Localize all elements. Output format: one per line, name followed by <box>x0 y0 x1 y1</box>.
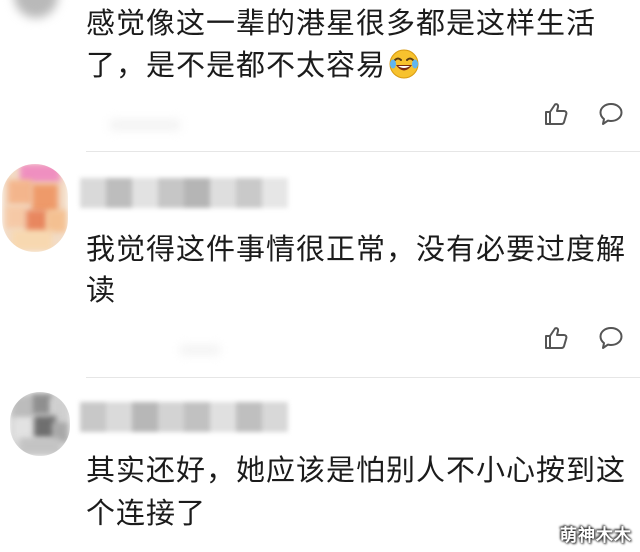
speech-bubble-icon[interactable] <box>598 101 624 127</box>
comment-list-screenshot: 感觉像这一辈的港星很多都是这样生活 了，是不是都不太容易 我觉得这件事情很正常，… <box>0 0 640 552</box>
comment-text-line: 读 <box>86 273 117 307</box>
divider <box>86 377 640 378</box>
thumbs-up-icon[interactable] <box>543 325 569 351</box>
blurred-artifact <box>110 120 180 130</box>
avatar[interactable] <box>2 164 68 252</box>
speech-bubble-icon[interactable] <box>598 325 624 351</box>
watermark: 萌神木木 <box>560 526 632 546</box>
avatar-partial[interactable] <box>14 0 58 18</box>
laughing-tears-emoji-icon <box>389 49 419 79</box>
comment-text-line: 个连接了 <box>86 496 207 530</box>
comment-text-segment: 了，是不是都不太容易 <box>86 48 387 82</box>
comment-text-line: 了，是不是都不太容易 <box>86 41 626 89</box>
avatar[interactable] <box>10 392 70 456</box>
username-blurred[interactable] <box>80 402 288 432</box>
comment-text-line: 其实还好，她应该是怕别人不小心按到这 <box>86 453 627 487</box>
comment-text-line: 感觉像这一辈的港星很多都是这样生活 <box>86 6 597 40</box>
thumbs-up-icon[interactable] <box>543 101 569 127</box>
username-blurred[interactable] <box>80 178 288 208</box>
divider <box>86 151 640 152</box>
blurred-artifact <box>180 346 220 354</box>
